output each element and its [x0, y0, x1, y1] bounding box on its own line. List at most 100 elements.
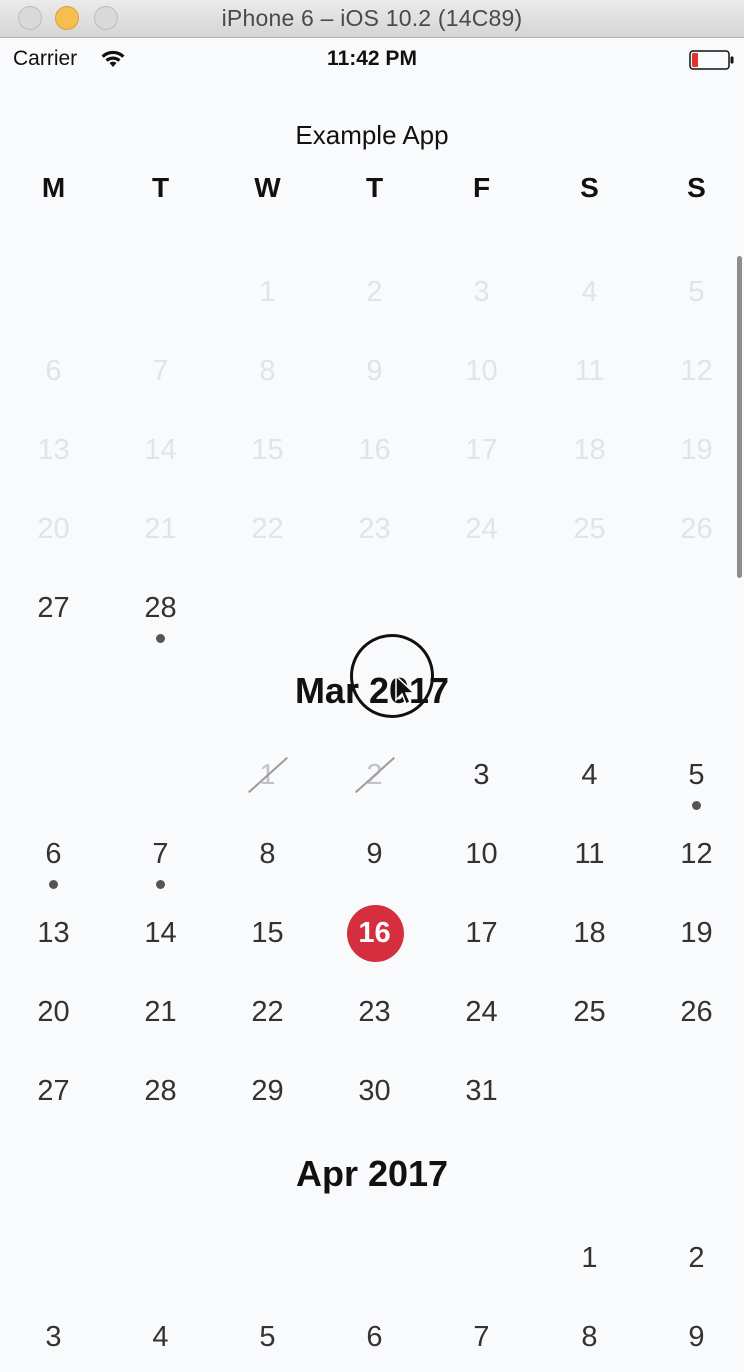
calendar-day-disabled[interactable]: 22 [214, 509, 321, 569]
calendar-day[interactable]: 9 [643, 1317, 744, 1372]
calendar-day-disabled[interactable]: 21 [107, 509, 214, 569]
calendar-day[interactable]: 20 [0, 992, 107, 1052]
calendar-day-disabled[interactable]: 18 [536, 430, 643, 490]
calendar-day-disabled[interactable]: 9 [321, 351, 428, 411]
day-number: 5 [259, 1321, 276, 1353]
calendar-day-disabled[interactable]: 2 [321, 272, 428, 332]
touch-indicator [350, 634, 434, 718]
calendar-day[interactable]: 30 [321, 1071, 428, 1131]
calendar-day[interactable]: 13 [0, 913, 107, 973]
day-number: 9 [366, 838, 383, 870]
day-number: 20 [37, 996, 70, 1028]
calendar-day-disabled[interactable]: 25 [536, 509, 643, 569]
calendar-day[interactable]: 5 [643, 755, 744, 815]
calendar-day[interactable]: 15 [214, 913, 321, 973]
day-number: 28 [144, 592, 177, 624]
day-number: 17 [465, 434, 498, 466]
calendar-day-disabled[interactable]: 5 [643, 272, 744, 332]
calendar-day-disabled[interactable]: 23 [321, 509, 428, 569]
calendar-day-disabled[interactable]: 1 [214, 272, 321, 332]
calendar-day-disabled[interactable]: 24 [428, 509, 535, 569]
calendar-day-disabled[interactable]: 15 [214, 430, 321, 490]
calendar-day[interactable]: 8 [536, 1317, 643, 1372]
month-title-apr: Apr 2017 [295, 1153, 449, 1194]
calendar-day[interactable]: 24 [428, 992, 535, 1052]
calendar-day[interactable]: 27 [0, 1071, 107, 1131]
calendar-day-disabled[interactable]: 10 [428, 351, 535, 411]
day-number: 19 [680, 434, 713, 466]
calendar-day-disabled[interactable]: 19 [643, 430, 744, 490]
calendar-day-disabled[interactable]: 20 [0, 509, 107, 569]
calendar-day[interactable]: 12 [643, 834, 744, 894]
day-number: 2 [366, 276, 383, 308]
calendar-day[interactable]: 6 [0, 834, 107, 894]
calendar-day-disabled[interactable]: 4 [536, 272, 643, 332]
day-number: 23 [358, 513, 391, 545]
scroll-indicator[interactable] [737, 256, 742, 578]
calendar-day-disabled[interactable]: 26 [643, 509, 744, 569]
calendar-day[interactable]: 29 [214, 1071, 321, 1131]
calendar-day[interactable]: 1 [536, 1238, 643, 1298]
calendar-day-past[interactable]: 2 [321, 755, 428, 815]
calendar-day-disabled[interactable]: 8 [214, 351, 321, 411]
calendar-day[interactable]: 17 [428, 913, 535, 973]
calendar-day[interactable]: 7 [428, 1317, 535, 1372]
calendar-day-today[interactable]: 16 [321, 905, 428, 973]
calendar-day-disabled[interactable]: 17 [428, 430, 535, 490]
day-number: 15 [251, 434, 284, 466]
day-number: 5 [688, 759, 705, 791]
calendar-day[interactable]: 25 [536, 992, 643, 1052]
day-number: 31 [465, 1075, 498, 1107]
calendar-day[interactable]: 4 [536, 755, 643, 815]
calendar-day-disabled[interactable]: 3 [428, 272, 535, 332]
event-dot-icon [156, 634, 165, 643]
day-number: 17 [465, 917, 498, 949]
day-number: 1 [248, 755, 288, 795]
calendar-day[interactable]: 4 [107, 1317, 214, 1372]
day-number: 26 [680, 513, 713, 545]
calendar-day[interactable]: 3 [0, 1317, 107, 1372]
calendar-day[interactable]: 10 [428, 834, 535, 894]
calendar-day[interactable]: 28 [107, 588, 214, 648]
calendar-day[interactable]: 27 [0, 588, 107, 648]
calendar-day[interactable]: 7 [107, 834, 214, 894]
day-number: 25 [573, 513, 606, 545]
day-number: 11 [574, 355, 605, 387]
day-number: 30 [358, 1075, 391, 1107]
calendar-day-disabled[interactable]: 12 [643, 351, 744, 411]
calendar-day-disabled[interactable]: 13 [0, 430, 107, 490]
calendar-day-disabled[interactable]: 11 [536, 351, 643, 411]
calendar-day[interactable]: 6 [321, 1317, 428, 1372]
day-number: 18 [573, 917, 606, 949]
day-number: 6 [45, 355, 62, 387]
calendar-day[interactable]: 14 [107, 913, 214, 973]
calendar-day-disabled[interactable]: 6 [0, 351, 107, 411]
calendar-day-disabled[interactable]: 16 [321, 430, 428, 490]
day-number: 14 [144, 434, 177, 466]
calendar-day-disabled[interactable]: 14 [107, 430, 214, 490]
calendar-day[interactable]: 23 [321, 992, 428, 1052]
day-number: 11 [574, 838, 605, 870]
day-number: 1 [259, 276, 276, 308]
day-number: 3 [473, 759, 490, 791]
calendar-day[interactable]: 19 [643, 913, 744, 973]
calendar-day[interactable]: 31 [428, 1071, 535, 1131]
calendar-day[interactable]: 3 [428, 755, 535, 815]
calendar-day-disabled[interactable]: 7 [107, 351, 214, 411]
day-number: 4 [152, 1321, 169, 1353]
calendar-day[interactable]: 11 [536, 834, 643, 894]
calendar-day-past[interactable]: 1 [214, 755, 321, 815]
day-number: 5 [688, 276, 705, 308]
day-number: 9 [366, 355, 383, 387]
calendar-day[interactable]: 26 [643, 992, 744, 1052]
calendar-day[interactable]: 8 [214, 834, 321, 894]
calendar-day[interactable]: 9 [321, 834, 428, 894]
calendar-day[interactable]: 28 [107, 1071, 214, 1131]
calendar-day[interactable]: 22 [214, 992, 321, 1052]
event-dot-icon [692, 801, 701, 810]
calendar-day[interactable]: 2 [643, 1238, 744, 1298]
calendar-day[interactable]: 21 [107, 992, 214, 1052]
day-number: 28 [144, 1075, 177, 1107]
calendar-day[interactable]: 18 [536, 913, 643, 973]
calendar-day[interactable]: 5 [214, 1317, 321, 1372]
